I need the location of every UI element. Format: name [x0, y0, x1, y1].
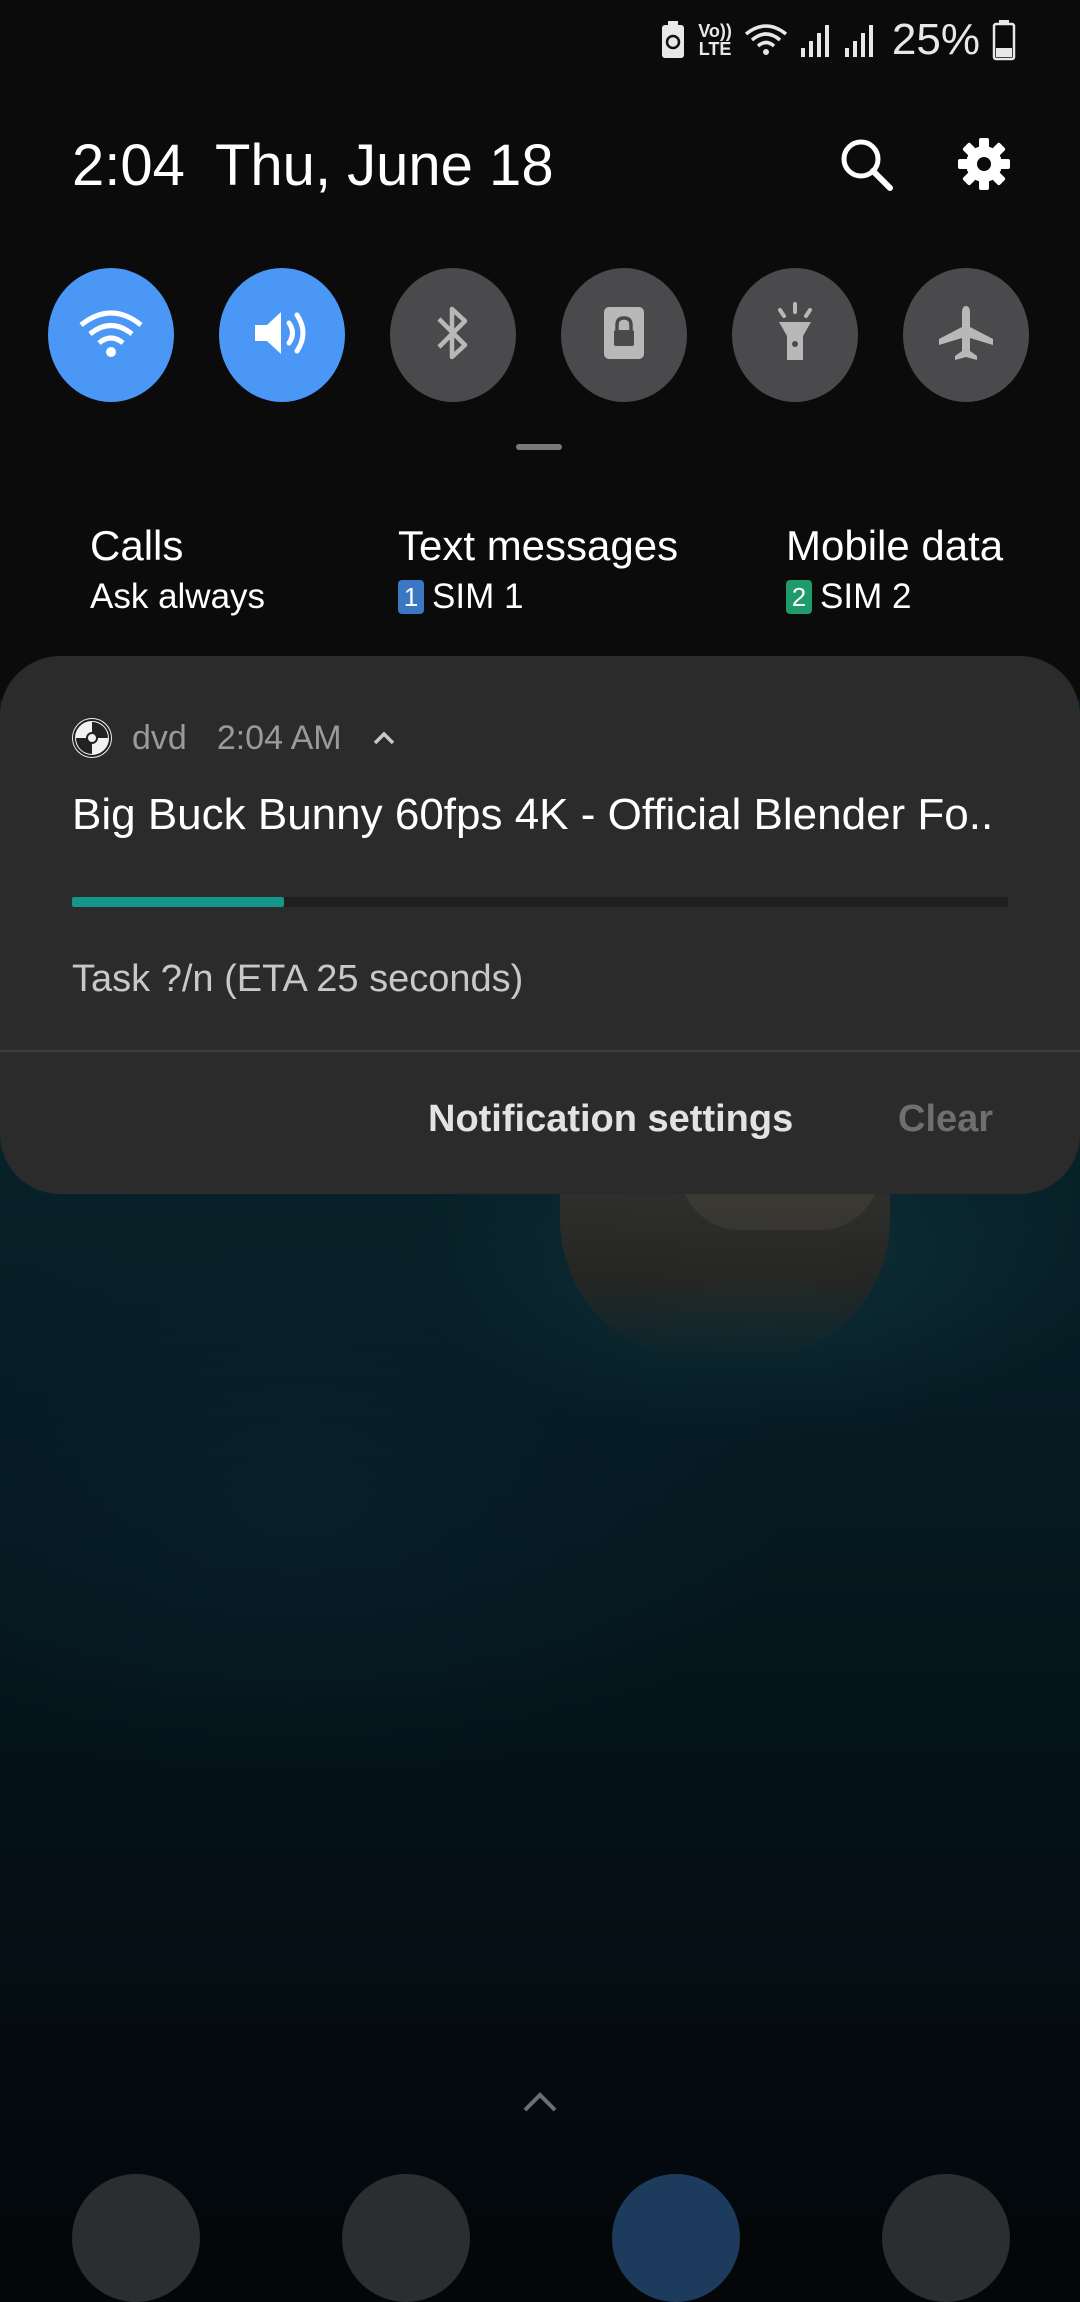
volte-icon: Vo)) LTE	[698, 21, 732, 59]
notification-text: Task ?/n (ETA 25 seconds)	[72, 958, 524, 1000]
search-button[interactable]	[830, 130, 902, 202]
battery-saver-icon	[660, 20, 686, 60]
dvd-app-icon	[72, 718, 112, 758]
screen-lock-toggle[interactable]	[561, 268, 687, 402]
download-progress-bar	[72, 897, 1008, 907]
settings-button[interactable]	[948, 130, 1020, 202]
date[interactable]: Thu, June 18	[215, 132, 554, 199]
sim-mobile-data[interactable]: Mobile data 2 SIM 2	[786, 520, 1003, 622]
sim-calls-value: Ask always	[90, 577, 266, 616]
flashlight-icon	[773, 301, 817, 369]
airplane-mode-toggle[interactable]	[903, 268, 1029, 402]
sim1-badge-icon: 1	[398, 580, 424, 614]
chevron-up-swipe-icon	[520, 2088, 560, 2119]
sim-mobile-data-title: Mobile data	[786, 522, 1004, 569]
quick-settings-toggles	[48, 268, 1032, 402]
notification-divider	[0, 1050, 1080, 1052]
panel-expand-handle[interactable]	[516, 444, 562, 450]
notification-time: 2:04 AM	[216, 718, 342, 757]
sim2-badge-icon: 2	[786, 580, 812, 614]
sim-calls[interactable]: Calls Ask always	[90, 520, 265, 622]
bluetooth-icon	[433, 303, 473, 368]
dock-app-icon[interactable]	[72, 2174, 200, 2302]
sim-mobile-data-value: SIM 2	[820, 577, 912, 616]
dock-app-icon[interactable]	[612, 2174, 740, 2302]
dock-app-icon[interactable]	[882, 2174, 1010, 2302]
signal-sim2-icon	[844, 22, 876, 58]
wifi-icon	[78, 307, 144, 364]
wifi-status-icon	[744, 22, 788, 58]
battery-percentage: 25%	[891, 15, 980, 64]
battery-icon	[992, 19, 1016, 61]
notification-app-name: dvd	[132, 718, 187, 757]
dock-app-icon[interactable]	[342, 2174, 470, 2302]
flashlight-toggle[interactable]	[732, 268, 858, 402]
status-icons: Vo)) LTE 25%	[660, 14, 1016, 66]
airplane-icon	[936, 303, 996, 368]
lock-icon	[602, 305, 646, 366]
search-icon	[838, 136, 894, 197]
notification-title: Big Buck Bunny 60fps 4K - Official Blend…	[72, 790, 994, 839]
clock: 2:04	[72, 133, 185, 198]
sim-calls-title: Calls	[90, 522, 184, 569]
gear-icon	[957, 137, 1011, 196]
clear-button[interactable]: Clear	[898, 1098, 993, 1141]
sim-text-messages-value: SIM 1	[432, 577, 524, 616]
chevron-up-icon[interactable]	[372, 730, 396, 746]
notification-settings-button[interactable]: Notification settings	[428, 1098, 793, 1141]
sound-toggle[interactable]	[219, 268, 345, 402]
notification-header[interactable]: dvd 2:04 AM	[72, 716, 396, 760]
bluetooth-toggle[interactable]	[390, 268, 516, 402]
sim-text-messages[interactable]: Text messages 1 SIM 1	[398, 520, 678, 622]
status-bar: Vo)) LTE 25%	[0, 0, 1080, 80]
signal-sim1-icon	[800, 22, 832, 58]
sim-text-messages-value-row: 1 SIM 1	[398, 572, 678, 622]
sim-mobile-data-value-row: 2 SIM 2	[786, 572, 1003, 622]
download-progress-fill	[72, 897, 285, 907]
wifi-toggle[interactable]	[48, 268, 174, 402]
sim-text-messages-title: Text messages	[398, 522, 679, 569]
volume-icon	[251, 307, 313, 364]
